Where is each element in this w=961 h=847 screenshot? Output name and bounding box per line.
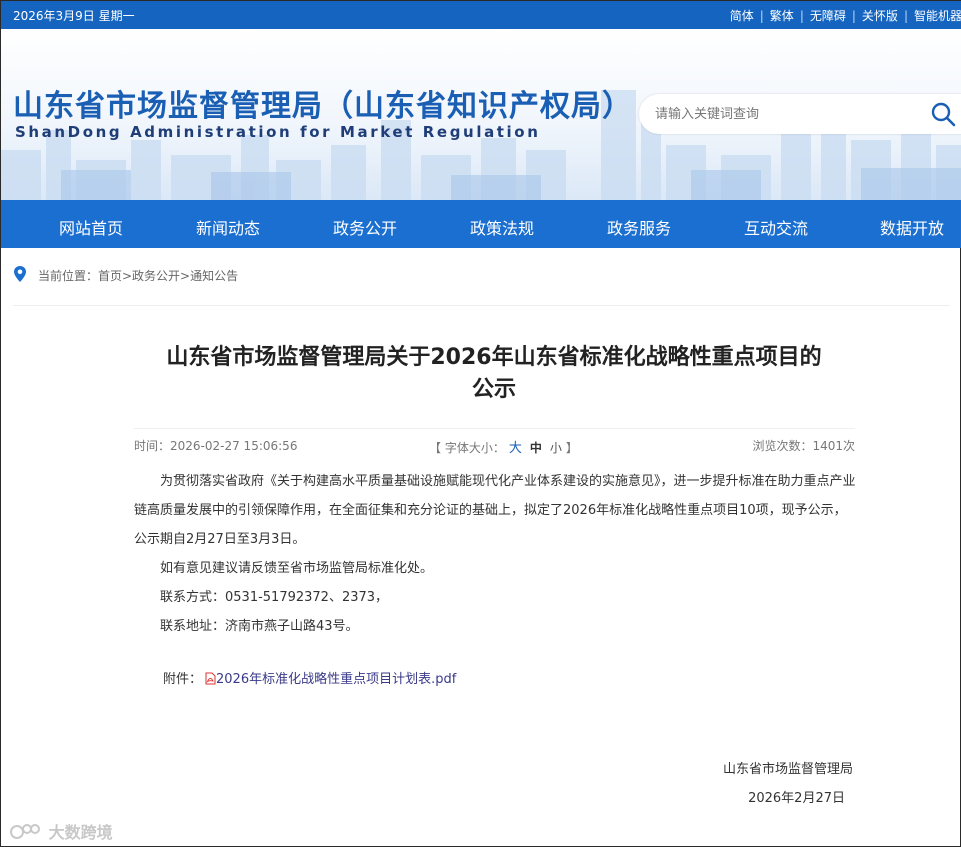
divider (13, 305, 950, 306)
current-date: 2026年3月9日 星期一 (13, 9, 135, 23)
top-links: 简体 | 繁体 | 无障碍 | 关怀版 | 智能机器 (730, 7, 961, 24)
attachment-link[interactable]: 2026年标准化战略性重点项目计划表.pdf (216, 672, 456, 687)
article-meta: 时间：2026-02-27 15:06:56 【 字体大小： 大中小】 浏览次数：… (134, 437, 855, 456)
nav-item-open-data[interactable]: 数据开放 (880, 215, 944, 239)
paragraph: 如有意见建议请反馈至省市场监管局标准化处。 (160, 561, 434, 576)
paragraph: 联系地址：济南市燕子山路43号。 (160, 619, 359, 634)
watermark-logo-icon (10, 824, 40, 839)
link-traditional[interactable]: 繁体 (770, 7, 794, 24)
signature: 山东省市场监督管理局 2026年2月27日 (723, 755, 853, 813)
site-subtitle: ShanDong Administration for Market Regul… (15, 123, 541, 141)
publish-time: 时间：2026-02-27 15:06:56 (134, 439, 298, 453)
separator: | (851, 9, 856, 23)
paragraph: 联系方式：0531-51792372、2373， (160, 590, 389, 605)
article-title-line1: 山东省市场监督管理局关于2026年山东省标准化战略性重点项目的 (166, 345, 822, 370)
header-banner: 山东省市场监督管理局（山东省知识产权局） ShanDong Administra… (1, 29, 961, 200)
signature-org: 山东省市场监督管理局 (722, 762, 853, 777)
article-body: 为贯彻落实省政府《关于构建高水平质量基础设施赋能现代化产业体系建设的实施意见》，… (134, 467, 856, 641)
search-input[interactable] (655, 103, 905, 125)
nav-item-services[interactable]: 政务服务 (607, 215, 671, 239)
font-size-medium-button[interactable]: 中 (530, 441, 542, 455)
breadcrumb-text[interactable]: 当前位置：首页>政务公开>通知公告 (38, 267, 238, 284)
top-bar: 2026年3月9日 星期一 简体 | 繁体 | 无障碍 | 关怀版 | 智能机器 (1, 1, 961, 29)
main-nav: 网站首页 新闻动态 政务公开 政策法规 政务服务 互动交流 数据开放 (1, 200, 961, 248)
search-box (639, 94, 961, 134)
site-title: 山东省市场监督管理局（山东省知识产权局） (13, 89, 633, 124)
divider (134, 428, 855, 429)
article-title-line2: 公示 (471, 377, 516, 402)
link-smart-robot[interactable]: 智能机器 (914, 7, 961, 24)
attachment-label: 附件： (163, 672, 203, 687)
link-elderly-mode[interactable]: 关怀版 (862, 7, 898, 24)
paragraph: 为贯彻落实省政府《关于构建高水平质量基础设施赋能现代化产业体系建设的实施意见》，… (134, 474, 856, 547)
font-size-label: 【 字体大小： (429, 441, 505, 455)
separator: | (903, 9, 908, 23)
search-icon[interactable] (930, 101, 956, 127)
link-accessibility[interactable]: 无障碍 (810, 7, 846, 24)
font-size-large-button[interactable]: 大 (509, 441, 522, 456)
watermark: 大数跨境 (9, 819, 113, 843)
signature-date: 2026年2月27日 (748, 791, 845, 806)
view-count: 浏览次数：1401次 (752, 439, 855, 453)
nav-item-policies[interactable]: 政策法规 (470, 215, 534, 239)
font-size-small-button[interactable]: 小 (550, 441, 562, 455)
nav-item-home[interactable]: 网站首页 (59, 215, 123, 239)
location-pin-icon (14, 266, 26, 282)
nav-item-news[interactable]: 新闻动态 (196, 215, 260, 239)
pdf-icon (205, 672, 216, 685)
separator: | (759, 9, 764, 23)
link-simplified[interactable]: 简体 (730, 7, 754, 24)
font-size-bracket: 】 (565, 441, 578, 455)
nav-item-interaction[interactable]: 互动交流 (744, 215, 808, 239)
font-size-control: 【 字体大小： 大中小】 (429, 437, 578, 456)
nav-item-government-affairs[interactable]: 政务公开 (333, 215, 397, 239)
watermark-text: 大数跨境 (48, 823, 113, 842)
separator: | (799, 9, 804, 23)
article-title: 山东省市场监督管理局关于2026年山东省标准化战略性重点项目的 公示 (131, 342, 857, 406)
attachment: 附件： 2026年标准化战略性重点项目计划表.pdf (163, 668, 456, 687)
